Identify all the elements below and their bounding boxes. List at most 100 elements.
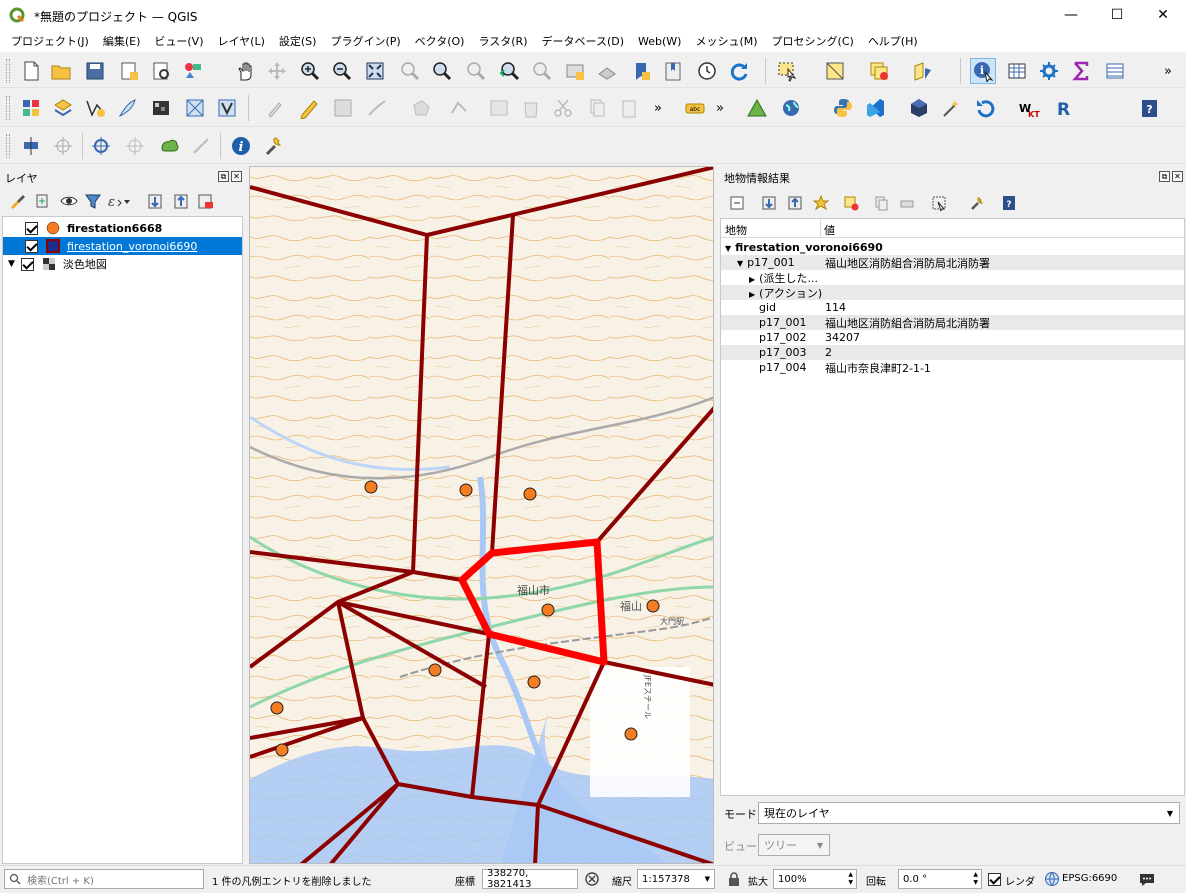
layer-visibility-checkbox[interactable] xyxy=(25,239,38,253)
new-3d-view-button[interactable] xyxy=(594,58,620,84)
select-feature-button[interactable] xyxy=(808,190,834,216)
toggle-editing-button[interactable] xyxy=(296,95,322,121)
expand-arrow-icon[interactable]: ▼ xyxy=(8,259,15,269)
add-vector-tile-button[interactable] xyxy=(82,95,108,121)
quickmapservices-button[interactable] xyxy=(778,95,804,121)
new-project-button[interactable] xyxy=(18,58,44,84)
zoom-next-button[interactable] xyxy=(528,58,554,84)
expand-tree-button[interactable] xyxy=(724,190,750,216)
spin-arrows-icon[interactable]: ▲ ▼ xyxy=(848,871,853,887)
manage-visibility-button[interactable] xyxy=(56,188,82,214)
column-header-value[interactable]: 値 xyxy=(824,222,835,238)
layout-manager-button[interactable] xyxy=(148,58,174,84)
python-console-button[interactable] xyxy=(830,95,856,121)
add-mesh-layer-button[interactable] xyxy=(182,95,208,121)
menu-raster[interactable]: ラスタ(R) xyxy=(471,33,534,49)
close-panel-button[interactable]: ✕ xyxy=(1172,171,1183,182)
menu-help[interactable]: ヘルプ(H) xyxy=(861,33,925,49)
zoom-to-selection-button[interactable] xyxy=(396,58,422,84)
add-polygon-button[interactable] xyxy=(408,95,434,121)
pan-to-selection-button[interactable] xyxy=(264,58,290,84)
messages-icon[interactable] xyxy=(1138,871,1156,887)
layer-visibility-checkbox[interactable] xyxy=(20,257,34,271)
qgis2threejs-button[interactable] xyxy=(906,95,932,121)
help-button[interactable]: ? xyxy=(996,190,1022,216)
snapping-button[interactable] xyxy=(88,133,114,159)
float-panel-button[interactable]: ⧉ xyxy=(218,171,229,182)
copy-feature-button[interactable] xyxy=(868,190,894,216)
crosshair-button[interactable] xyxy=(50,133,76,159)
result-row[interactable]: ▶ (派生した... xyxy=(721,270,1184,285)
new-print-layout-button[interactable] xyxy=(116,58,142,84)
result-row[interactable]: p17_003 2 xyxy=(721,345,1184,360)
scale-combo[interactable]: 1:157378 ▼ xyxy=(637,869,715,889)
select-by-value-button[interactable] xyxy=(822,58,848,84)
zoom-out-button[interactable] xyxy=(328,58,354,84)
expand-all-button[interactable] xyxy=(756,190,782,216)
menu-plugins[interactable]: プラグイン(P) xyxy=(323,33,407,49)
lock-icon[interactable] xyxy=(727,871,741,887)
open-layer-styling-button[interactable] xyxy=(4,188,30,214)
menu-web[interactable]: Web(W) xyxy=(631,35,688,48)
attribute-table-button[interactable] xyxy=(1004,58,1030,84)
magnifier-spinbox[interactable]: 100% ▲ ▼ xyxy=(773,869,857,889)
map-canvas[interactable]: 福山市 福山 大門駅 JFEスチール xyxy=(249,166,714,864)
clear-results-button[interactable] xyxy=(838,190,864,216)
rotation-spinbox[interactable]: 0.0 ° ▲ ▼ xyxy=(898,869,982,889)
render-checkbox[interactable] xyxy=(988,873,1001,886)
zoom-to-layer-button[interactable] xyxy=(428,58,454,84)
remove-layer-button[interactable] xyxy=(192,188,218,214)
menu-settings[interactable]: 設定(S) xyxy=(272,33,324,49)
expand-arrow-icon[interactable]: ▶ xyxy=(749,290,755,299)
spin-arrows-icon[interactable]: ▲ ▼ xyxy=(973,871,978,887)
current-edits-button[interactable] xyxy=(262,95,288,121)
menu-mesh[interactable]: メッシュ(M) xyxy=(688,33,764,49)
toolbar-grip[interactable] xyxy=(6,134,10,158)
float-panel-button[interactable]: ⧉ xyxy=(1159,171,1170,182)
filter-legend-button[interactable] xyxy=(80,188,106,214)
result-row[interactable]: ▶ (アクション) xyxy=(721,285,1184,300)
style-manager-button[interactable] xyxy=(180,58,206,84)
vertex-tool-button[interactable] xyxy=(446,95,472,121)
new-bookmark-button[interactable] xyxy=(628,58,654,84)
data-source-manager-button[interactable] xyxy=(18,95,44,121)
close-panel-button[interactable]: ✕ xyxy=(231,171,242,182)
help-contents-button[interactable]: ? xyxy=(1136,95,1162,121)
digitize-line-button[interactable] xyxy=(364,95,390,121)
options-button[interactable] xyxy=(260,133,286,159)
select-location-button[interactable] xyxy=(910,58,936,84)
coordinate-toggle-icon[interactable] xyxy=(584,871,600,887)
processing-toolbox-button[interactable] xyxy=(1036,58,1062,84)
close-button[interactable]: ✕ xyxy=(1140,0,1186,30)
add-group-button[interactable] xyxy=(30,188,56,214)
deselect-button[interactable] xyxy=(866,58,892,84)
menu-project[interactable]: プロジェクト(J) xyxy=(4,33,96,49)
result-row[interactable]: ▼ firestation_voronoi6690 xyxy=(721,240,1184,255)
expand-arrow-icon[interactable]: ▶ xyxy=(749,275,755,284)
modify-attributes-button[interactable] xyxy=(486,95,512,121)
reshape-button[interactable] xyxy=(188,133,214,159)
collapse-all-button[interactable] xyxy=(782,190,808,216)
save-project-button[interactable] xyxy=(82,58,108,84)
toolbar-grip[interactable] xyxy=(6,59,10,83)
locator-search-input[interactable]: 検索(Ctrl + K) xyxy=(4,869,204,889)
copy-features-button[interactable] xyxy=(584,95,610,121)
open-project-button[interactable] xyxy=(48,58,74,84)
paste-features-button[interactable] xyxy=(616,95,642,121)
zoom-last-button[interactable] xyxy=(496,58,522,84)
refresh-button[interactable] xyxy=(726,58,752,84)
menu-database[interactable]: データベース(D) xyxy=(535,33,632,49)
show-bookmarks-button[interactable] xyxy=(660,58,686,84)
add-ring-button[interactable] xyxy=(156,133,182,159)
gps-tool-button[interactable] xyxy=(18,133,44,159)
toolbar-overflow[interactable]: » xyxy=(654,101,662,116)
identify-features-button[interactable]: i xyxy=(970,58,996,84)
script-runner-button[interactable] xyxy=(938,95,964,121)
cut-features-button[interactable] xyxy=(550,95,576,121)
zoom-in-button[interactable] xyxy=(296,58,322,84)
filter-expression-button[interactable]: ε xyxy=(106,188,132,214)
collapse-all-button[interactable] xyxy=(168,188,194,214)
undo-plugin-button[interactable] xyxy=(972,95,998,121)
menu-edit[interactable]: 編集(E) xyxy=(96,33,148,49)
save-edits-button[interactable] xyxy=(330,95,356,121)
